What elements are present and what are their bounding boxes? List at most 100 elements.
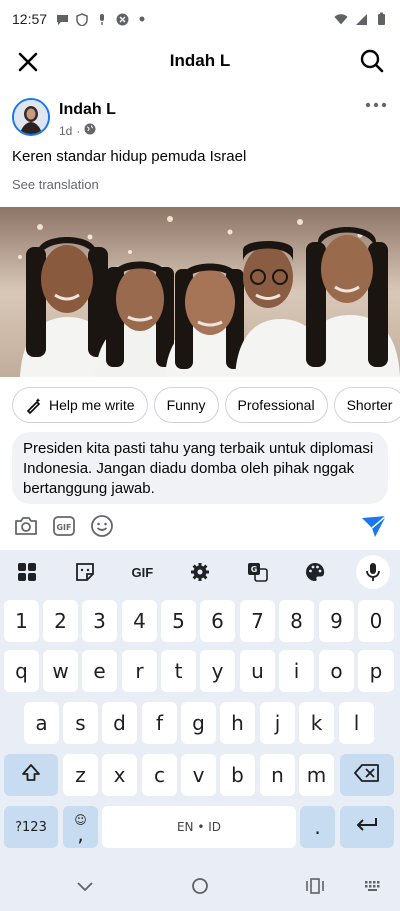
keyboard: GIF G 1 2 3 4 5 6 7 8 9 0 q w e r t y u … <box>0 550 400 861</box>
period-key[interactable]: . <box>300 806 335 848</box>
more-icon[interactable] <box>364 98 388 110</box>
mic-small-icon <box>95 12 109 26</box>
shorter-chip[interactable]: Shorter <box>333 387 400 423</box>
globe-icon <box>84 123 96 138</box>
key-o[interactable]: o <box>319 650 354 692</box>
keyboard-row-qwerty: q w e r t y u i o p <box>0 650 400 694</box>
post-header: Indah L 1d · <box>12 96 388 140</box>
key-y[interactable]: y <box>200 650 235 692</box>
page-title: Indah L <box>169 51 231 70</box>
backspace-icon <box>354 763 380 787</box>
gif-keyboard-button[interactable]: GIF <box>125 555 159 589</box>
key-t[interactable]: t <box>161 650 196 692</box>
home-icon[interactable] <box>189 875 211 897</box>
key-u[interactable]: u <box>240 650 275 692</box>
key-a[interactable]: a <box>24 702 59 744</box>
key-g[interactable]: g <box>181 702 216 744</box>
close-icon[interactable] <box>14 48 42 76</box>
signal-icon <box>354 12 368 26</box>
chat-bubble-icon <box>55 12 69 26</box>
key-l[interactable]: l <box>339 702 374 744</box>
space-key[interactable]: EN • ID <box>102 806 296 848</box>
recents-icon[interactable] <box>304 875 326 897</box>
search-icon[interactable] <box>358 47 386 75</box>
shift-key[interactable] <box>4 754 58 796</box>
wifi-icon <box>334 12 348 26</box>
avatar[interactable] <box>12 98 50 136</box>
translate-icon[interactable]: G <box>241 555 275 589</box>
key-d[interactable]: d <box>102 702 137 744</box>
post-text: Keren standar hidup pemuda Israel <box>12 148 247 165</box>
key-6[interactable]: 6 <box>200 600 235 642</box>
key-p[interactable]: p <box>358 650 394 692</box>
key-h[interactable]: h <box>220 702 255 744</box>
shift-icon <box>21 763 41 788</box>
key-z[interactable]: z <box>63 754 98 796</box>
key-1[interactable]: 1 <box>4 600 39 642</box>
keyboard-row-zxcv: z x c v b n m <box>0 754 400 798</box>
key-n[interactable]: n <box>260 754 295 796</box>
key-j[interactable]: j <box>260 702 295 744</box>
mic-icon[interactable] <box>355 555 390 589</box>
battery-icon <box>374 12 388 26</box>
gif-icon[interactable]: GIF <box>52 514 76 538</box>
keyboard-row-numbers: 1 2 3 4 5 6 7 8 9 0 <box>0 600 400 644</box>
key-2[interactable]: 2 <box>43 600 78 642</box>
palette-icon[interactable] <box>298 555 332 589</box>
key-3[interactable]: 3 <box>82 600 117 642</box>
status-time: 12:57 <box>12 11 48 27</box>
key-i[interactable]: i <box>279 650 314 692</box>
notification-icons <box>55 12 149 26</box>
key-q[interactable]: q <box>4 650 39 692</box>
key-m[interactable]: m <box>299 754 334 796</box>
key-c[interactable]: c <box>142 754 177 796</box>
key-k[interactable]: k <box>299 702 334 744</box>
chip-label: Professional <box>237 397 315 413</box>
key-r[interactable]: r <box>122 650 157 692</box>
key-0[interactable]: 0 <box>358 600 394 642</box>
professional-chip[interactable]: Professional <box>224 387 328 423</box>
ai-suggestions: Help me write Funny Professional Shorter <box>12 387 400 423</box>
app-icon <box>115 12 129 26</box>
chip-label: Help me write <box>49 397 135 413</box>
see-translation-link[interactable]: See translation <box>12 177 99 192</box>
settings-gear-icon[interactable] <box>183 555 217 589</box>
apps-grid-icon[interactable] <box>10 555 44 589</box>
help-me-write-chip[interactable]: Help me write <box>12 387 148 423</box>
send-icon[interactable] <box>360 512 388 540</box>
backspace-key[interactable] <box>340 754 394 796</box>
post-photo[interactable] <box>0 207 400 377</box>
camera-icon[interactable] <box>14 514 38 538</box>
key-8[interactable]: 8 <box>279 600 314 642</box>
keyboard-switch-icon[interactable] <box>362 875 384 897</box>
key-b[interactable]: b <box>220 754 255 796</box>
enter-key[interactable] <box>340 806 394 848</box>
comma-key[interactable]: ☺ , <box>63 806 98 848</box>
key-f[interactable]: f <box>142 702 177 744</box>
emoji-icon[interactable] <box>90 514 114 538</box>
key-9[interactable]: 9 <box>319 600 354 642</box>
key-x[interactable]: x <box>102 754 137 796</box>
keyboard-row-asdf: a s d f g h j k l <box>0 702 400 746</box>
key-e[interactable]: e <box>82 650 117 692</box>
comment-toolbar: GIF <box>14 512 388 540</box>
chip-label: Shorter <box>346 397 393 413</box>
keyboard-toolbar: GIF G <box>0 550 400 594</box>
svg-text:G: G <box>250 565 257 574</box>
key-7[interactable]: 7 <box>240 600 275 642</box>
comment-input[interactable]: Presiden kita pasti tahu yang terbaik un… <box>12 432 388 504</box>
funny-chip[interactable]: Funny <box>153 387 219 423</box>
post-age: 1d <box>59 123 73 138</box>
post-author[interactable]: Indah L <box>59 101 116 119</box>
sticker-icon[interactable] <box>68 555 102 589</box>
key-4[interactable]: 4 <box>122 600 157 642</box>
shield-icon <box>75 12 89 26</box>
key-v[interactable]: v <box>181 754 216 796</box>
key-s[interactable]: s <box>63 702 98 744</box>
key-5[interactable]: 5 <box>161 600 196 642</box>
post-meta: 1d · <box>59 123 96 138</box>
system-navigation-bar <box>0 861 400 911</box>
symbols-key[interactable]: ?123 <box>4 806 58 848</box>
key-w[interactable]: w <box>43 650 78 692</box>
back-chevron-icon[interactable] <box>74 875 96 897</box>
